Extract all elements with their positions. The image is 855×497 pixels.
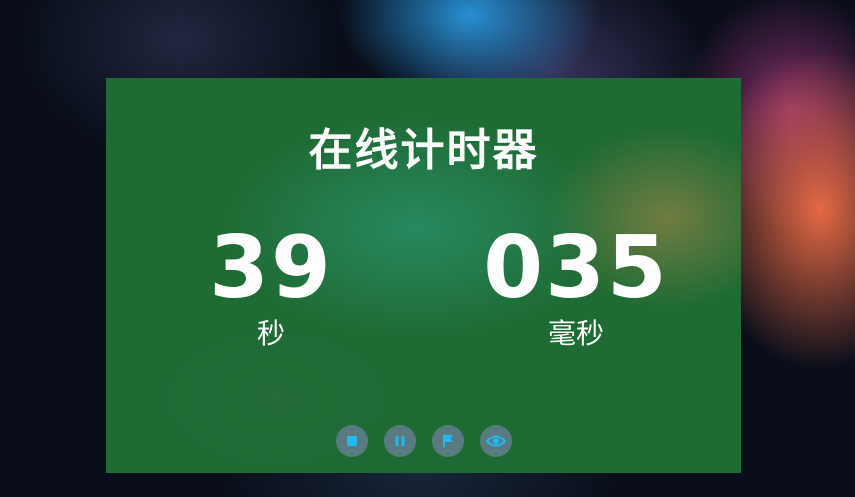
- seconds-value: 39: [209, 218, 333, 318]
- seconds-display: 39 秒: [151, 218, 391, 352]
- flag-icon: [441, 433, 455, 449]
- milliseconds-label: 毫秒: [547, 317, 604, 350]
- pause-icon: [393, 434, 407, 448]
- timer-panel: 在线计时器 39 秒 035 毫秒: [106, 78, 741, 473]
- milliseconds-value: 035: [483, 218, 669, 318]
- seconds-label: 秒: [256, 317, 285, 350]
- view-button[interactable]: [479, 425, 512, 457]
- page-title: 在线计时器: [308, 125, 539, 176]
- eye-icon: [485, 434, 506, 448]
- stop-icon: [345, 434, 359, 448]
- milliseconds-display: 035 毫秒: [456, 218, 696, 352]
- lap-button[interactable]: [431, 425, 464, 457]
- stop-button[interactable]: [335, 425, 368, 457]
- pause-button[interactable]: [383, 425, 416, 457]
- control-bar: [106, 425, 741, 459]
